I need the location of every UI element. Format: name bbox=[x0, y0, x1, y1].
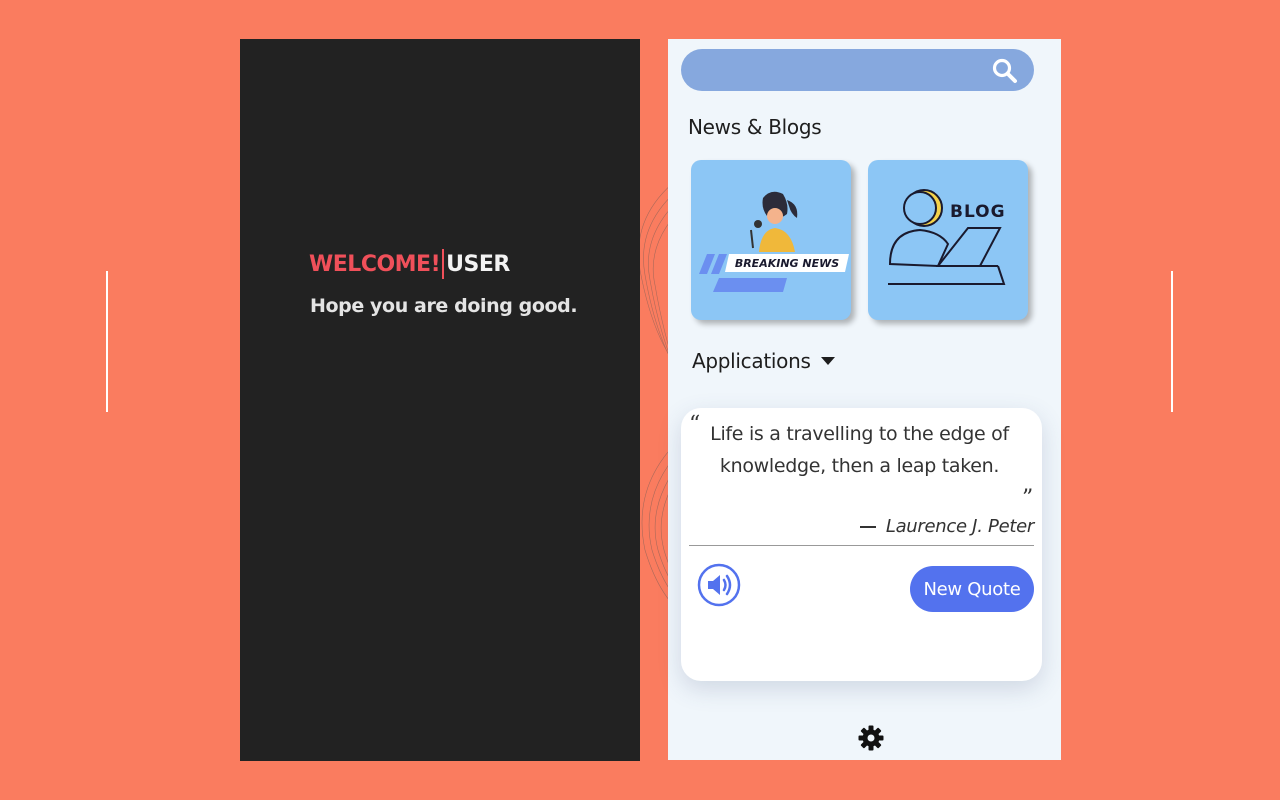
author-dash bbox=[859, 525, 876, 528]
user-name: USER bbox=[446, 251, 510, 277]
settings-button[interactable] bbox=[856, 723, 886, 753]
quote-divider bbox=[689, 545, 1034, 546]
quote-author: Laurence J. Peter bbox=[859, 516, 1034, 537]
left-divider-line bbox=[106, 271, 108, 412]
applications-dropdown[interactable]: Applications bbox=[692, 349, 835, 373]
gear-icon bbox=[858, 725, 884, 751]
blog-card[interactable]: BLOG bbox=[868, 160, 1028, 320]
search-input[interactable] bbox=[697, 49, 981, 93]
typing-cursor bbox=[442, 249, 445, 279]
breaking-news-card[interactable]: BREAKING NEWS bbox=[691, 160, 851, 320]
applications-label: Applications bbox=[692, 349, 811, 373]
welcome-heading: WELCOME! USER bbox=[309, 249, 510, 279]
quote-card: “ Life is a travelling to the edge of kn… bbox=[681, 408, 1042, 681]
search-bar bbox=[681, 49, 1034, 93]
welcome-panel: WELCOME! USER Hope you are doing good. bbox=[240, 39, 640, 761]
blog-label: BLOG bbox=[950, 202, 1006, 222]
right-divider-line bbox=[1171, 271, 1173, 412]
speak-quote-button[interactable] bbox=[697, 563, 741, 607]
close-quote-icon: ” bbox=[1022, 486, 1034, 511]
author-name: Laurence J. Peter bbox=[885, 516, 1034, 537]
speaker-icon bbox=[697, 563, 741, 607]
blog-illustration bbox=[888, 189, 1006, 285]
quote-text: Life is a travelling to the edge of know… bbox=[710, 423, 1009, 477]
welcome-word: WELCOME! bbox=[309, 251, 441, 277]
news-anchor-illustration bbox=[699, 191, 849, 292]
welcome-subtitle: Hope you are doing good. bbox=[310, 295, 578, 317]
search-icon[interactable] bbox=[991, 57, 1019, 85]
news-blogs-title: News & Blogs bbox=[688, 115, 822, 139]
new-quote-button[interactable]: New Quote bbox=[910, 566, 1034, 612]
breaking-news-label: BREAKING NEWS bbox=[734, 257, 840, 270]
caret-down-icon bbox=[820, 357, 835, 365]
dashboard-panel: News & Blogs BREAKING NEWS BLOG Applicat… bbox=[668, 39, 1061, 760]
